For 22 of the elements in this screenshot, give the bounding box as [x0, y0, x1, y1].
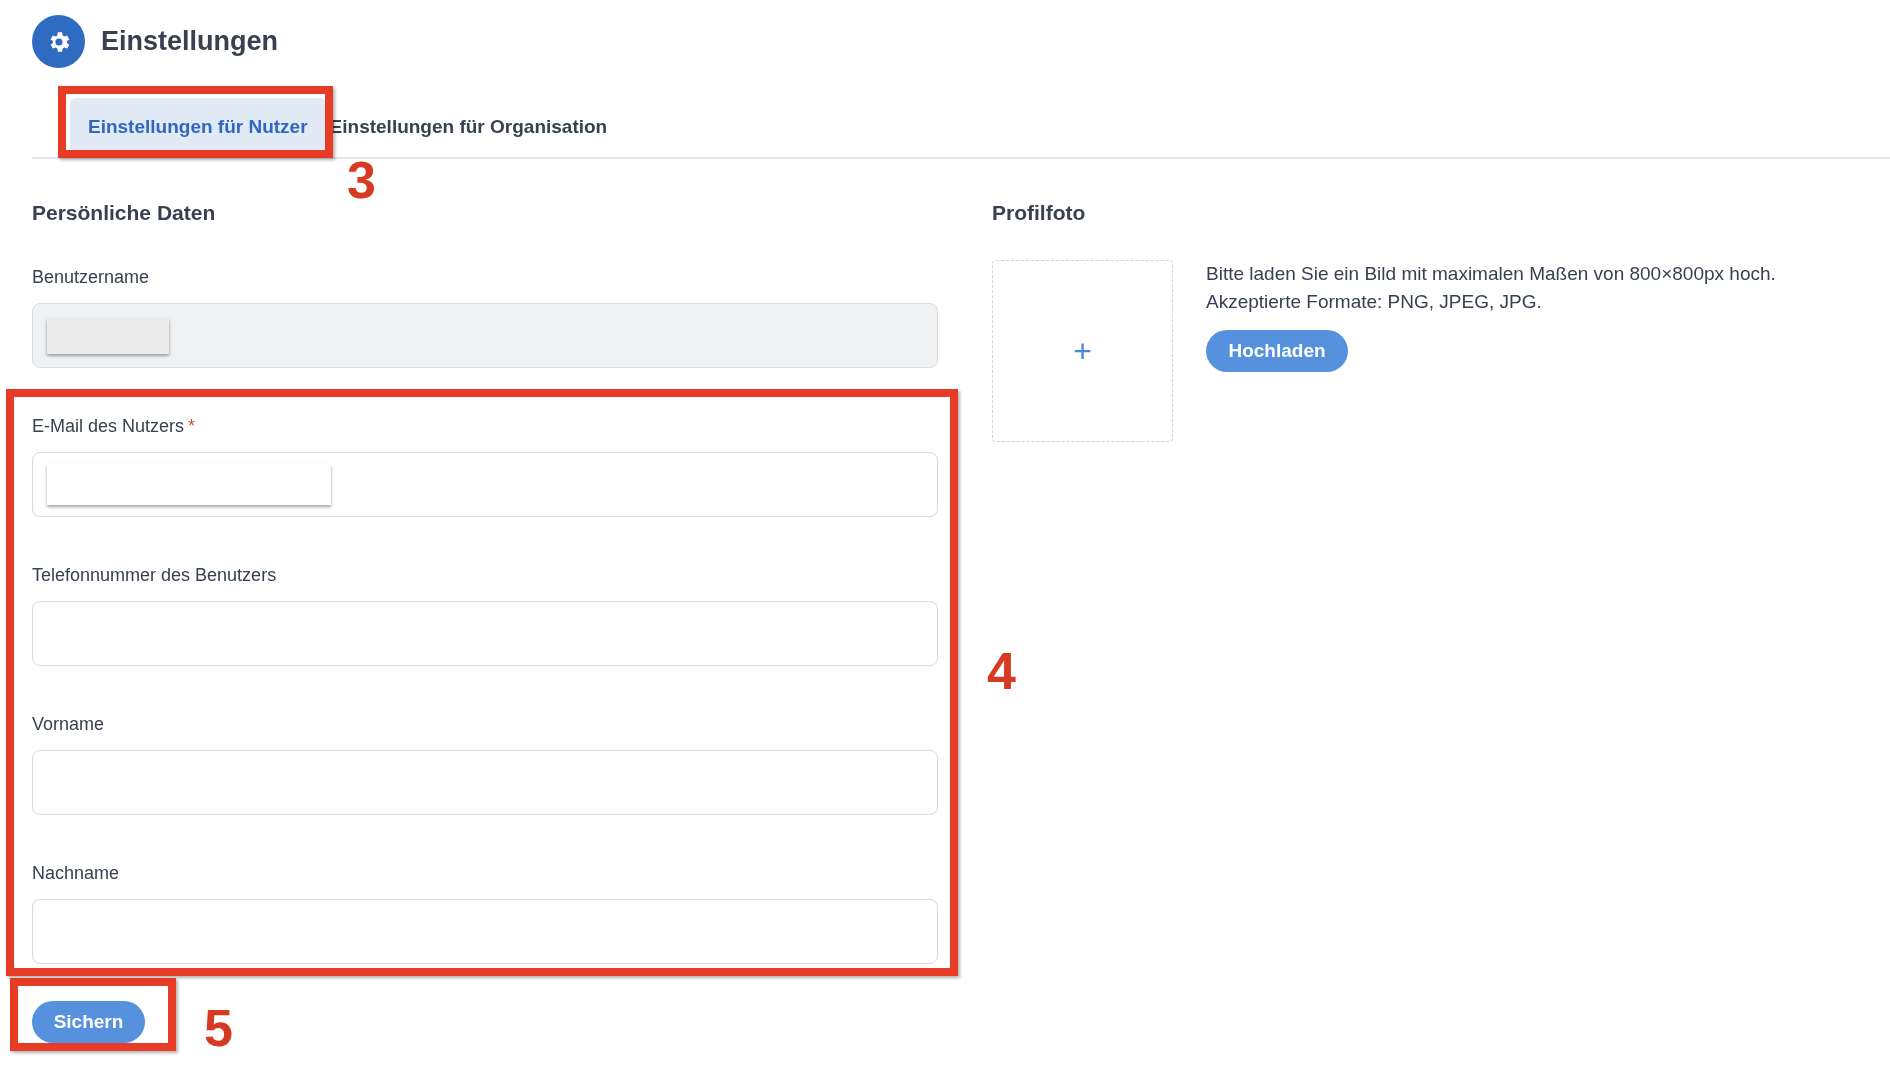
input-field[interactable]: [32, 750, 938, 815]
section-heading: Profilfoto: [992, 200, 1087, 226]
input-field[interactable]: [32, 452, 938, 517]
field-label: E-Mail des Nutzers: [32, 415, 185, 438]
field-label: Nachname: [32, 862, 120, 885]
upload-button[interactable]: Hochladen: [1206, 330, 1348, 372]
input-field[interactable]: [32, 899, 938, 964]
field-label: Benutzername: [32, 266, 150, 289]
hint-text: Akzeptierte Formate: PNG, JPEG, JPG.: [1206, 290, 1543, 314]
annotation-number: 4: [987, 643, 1016, 699]
page-title: Einstellungen: [101, 25, 279, 59]
save-button[interactable]: Sichern: [32, 1001, 145, 1043]
input-field[interactable]: [32, 601, 938, 666]
field-label: Vorname: [32, 713, 105, 736]
field-label: Telefonnummer des Benutzers: [32, 564, 277, 587]
section-heading: Persönliche Daten: [32, 200, 217, 226]
settings-icon: [32, 15, 85, 68]
hint-text: Bitte laden Sie ein Bild mit maximalen Maßen von 800×800px hoch.: [1206, 262, 1776, 286]
photo-upload-area[interactable]: +: [992, 260, 1173, 442]
required-mark: *: [188, 415, 196, 438]
annotation-number: 5: [204, 1000, 233, 1056]
add-symbol: +: [1073, 332, 1092, 371]
